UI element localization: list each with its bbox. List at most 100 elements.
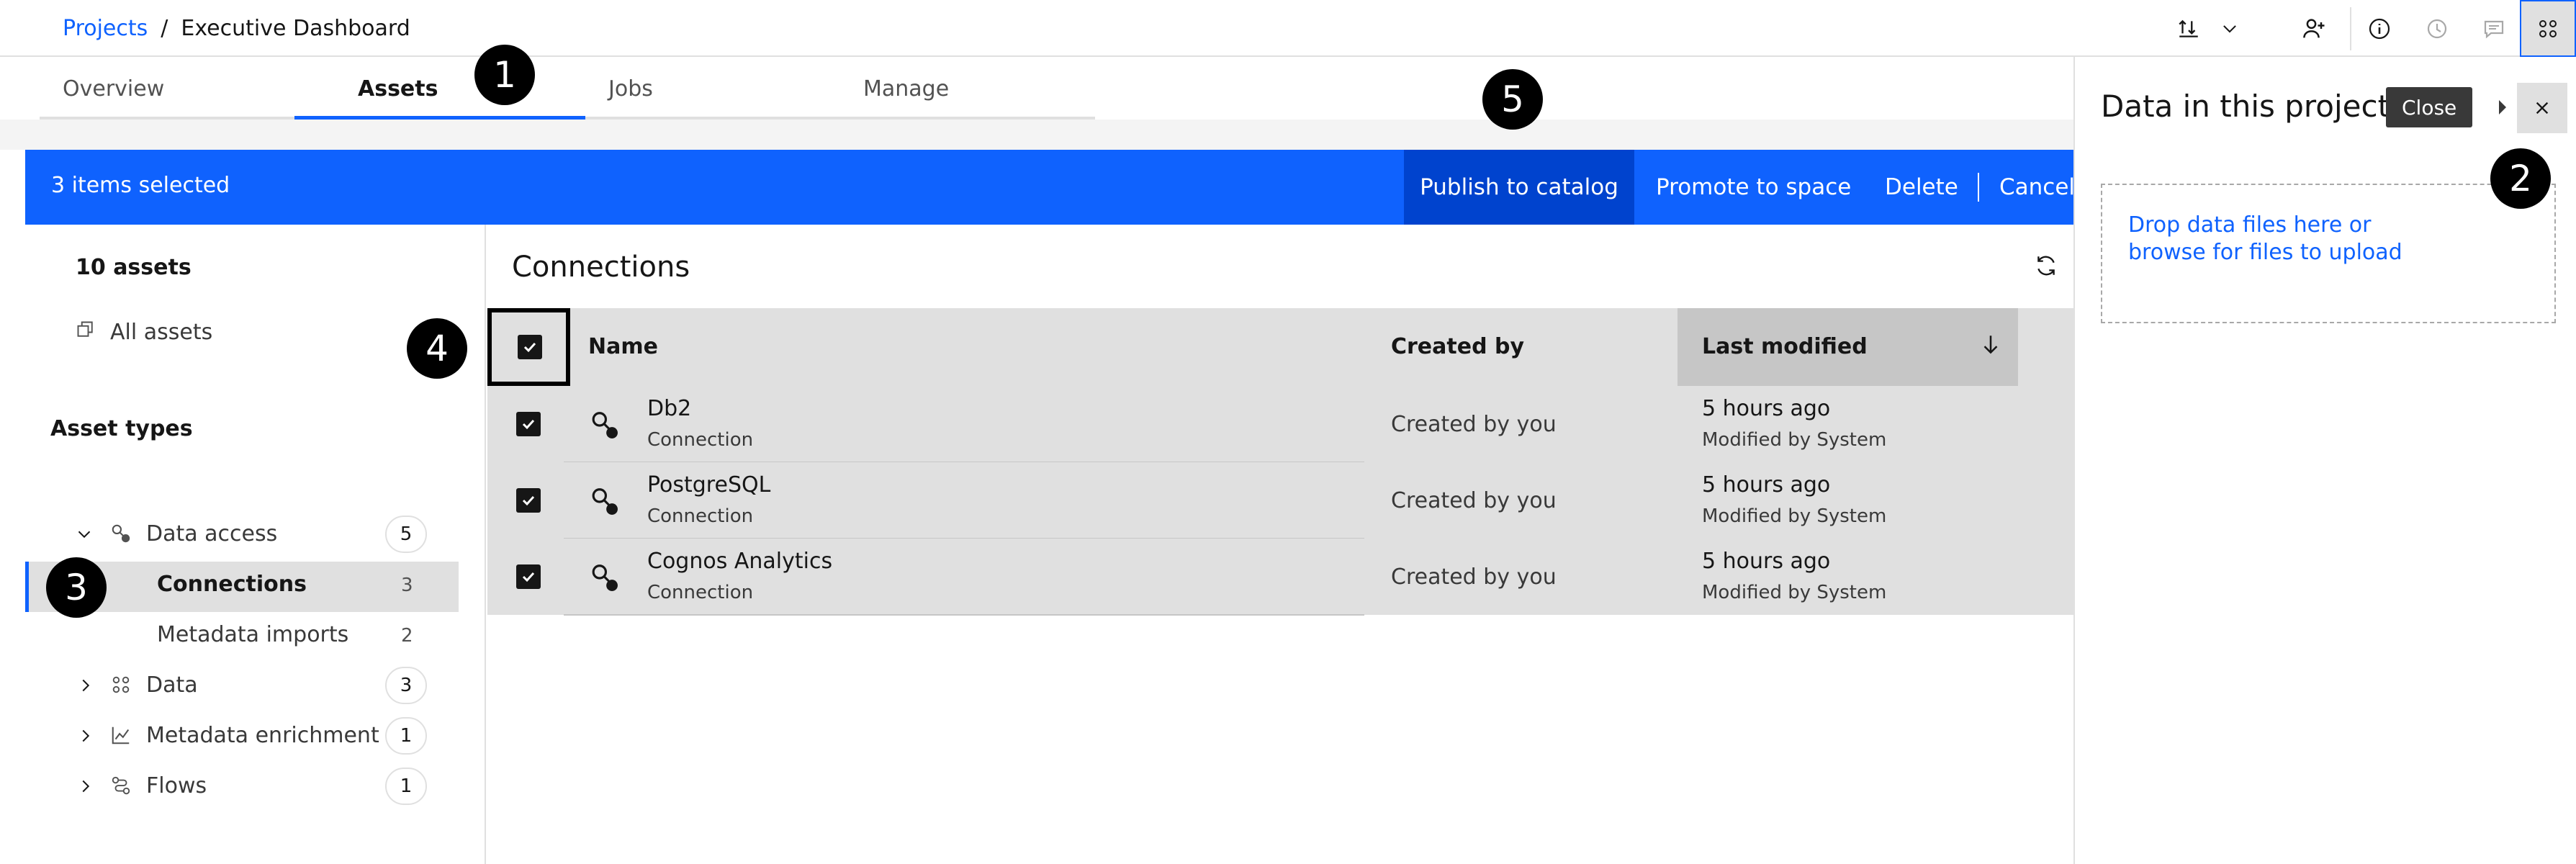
promote-to-space-button[interactable]: Promote to space <box>1656 150 1851 225</box>
count-badge: 1 <box>385 768 427 805</box>
assets-count: 10 assets <box>76 255 192 280</box>
copy-icon <box>76 320 96 340</box>
publish-to-catalog-button[interactable]: Publish to catalog <box>1404 150 1634 225</box>
modified-by: Modified by System <box>1702 582 1887 603</box>
batch-action-bar: 3 items selected Publish to catalog Prom… <box>25 150 2075 225</box>
column-header-last-modified[interactable]: Last modified <box>1677 308 2018 386</box>
data-assets-icon[interactable] <box>2520 0 2576 57</box>
modified-time: 5 hours ago <box>1702 549 1831 574</box>
chevron-right-icon[interactable] <box>77 677 94 694</box>
modified-time: 5 hours ago <box>1702 396 1831 421</box>
tab-label: Assets <box>358 76 438 102</box>
select-all-checkbox[interactable] <box>518 335 542 359</box>
group-metadata-enrichment[interactable]: Metadata enrichment <box>146 723 379 748</box>
drop-text: Drop data files here or <box>2128 212 2372 238</box>
chart-line-icon <box>110 724 132 746</box>
select-all-cell[interactable] <box>487 308 570 386</box>
callout-badge: 3 <box>46 557 107 618</box>
tab-label: Overview <box>63 76 165 102</box>
row-checkbox[interactable] <box>516 564 541 589</box>
asset-name-link[interactable]: PostgreSQL <box>647 472 770 498</box>
callout-badge: 4 <box>407 318 467 379</box>
asset-name-link[interactable]: Cognos Analytics <box>647 549 832 574</box>
callout-badge: 5 <box>1482 69 1543 130</box>
tab-label: Manage <box>863 76 950 102</box>
asset-type: Connection <box>647 429 754 451</box>
connection-icon <box>588 562 621 595</box>
column-header-last-modified-label: Last modified <box>1702 334 1868 359</box>
close-tooltip: Close <box>2386 87 2473 127</box>
breadcrumb-separator: / <box>161 15 168 41</box>
row-divider <box>564 614 1364 616</box>
connection-icon <box>588 485 621 518</box>
group-data-access[interactable]: Data access <box>146 521 277 546</box>
breadcrumb: Projects / Executive Dashboard <box>63 13 410 43</box>
table-row[interactable]: PostgreSQL Connection Created by you 5 h… <box>487 462 2073 539</box>
flow-icon <box>110 775 132 796</box>
tab-overview[interactable]: Overview <box>40 58 294 120</box>
modified-by: Modified by System <box>1702 429 1887 451</box>
chat-icon[interactable] <box>2465 0 2523 57</box>
modified-by: Modified by System <box>1702 505 1887 527</box>
delete-button[interactable]: Delete <box>1885 150 1958 225</box>
row-checkbox[interactable] <box>516 412 541 436</box>
group-flows[interactable]: Flows <box>146 773 207 798</box>
close-button[interactable] <box>2517 83 2567 133</box>
chevron-down-icon[interactable] <box>76 526 93 543</box>
top-header: Projects / Executive Dashboard <box>0 0 2576 57</box>
refresh-icon[interactable] <box>2034 253 2058 278</box>
tooltip-caret <box>2499 100 2506 114</box>
tab-label: Jobs <box>608 76 653 102</box>
tab-jobs[interactable]: Jobs <box>585 58 840 120</box>
created-by: Created by you <box>1391 488 1557 513</box>
nav-item-connections-label[interactable]: Connections <box>157 572 307 597</box>
content-background <box>0 120 2073 150</box>
table-row[interactable]: Db2 Connection Created by you 5 hours ag… <box>487 386 2073 462</box>
nav-item-metadata-imports[interactable]: Metadata imports <box>157 622 348 647</box>
count-badge: 2 <box>401 625 413 647</box>
count-badge: 3 <box>385 667 427 704</box>
asset-type: Connection <box>647 505 754 527</box>
history-icon[interactable] <box>2408 0 2466 57</box>
column-header-created-by[interactable]: Created by <box>1391 334 1524 359</box>
chevron-right-icon[interactable] <box>77 778 94 795</box>
row-checkbox[interactable] <box>516 488 541 513</box>
table-row[interactable]: Cognos Analytics Connection Created by y… <box>487 539 2073 615</box>
count-badge: 3 <box>401 575 413 596</box>
section-title: Connections <box>512 251 690 284</box>
created-by: Created by you <box>1391 564 1557 590</box>
data-icon <box>110 674 132 696</box>
close-icon <box>2534 100 2550 116</box>
cancel-button[interactable]: Cancel <box>1999 150 2075 225</box>
breadcrumb-projects-link[interactable]: Projects <box>63 16 148 41</box>
tab-manage[interactable]: Manage <box>840 58 1095 120</box>
table-header: Name Created by Last modified <box>487 308 2073 386</box>
count-badge: 1 <box>385 717 427 755</box>
callout-badge: 2 <box>2490 148 2551 209</box>
asset-type: Connection <box>647 582 754 603</box>
column-header-name[interactable]: Name <box>588 334 658 359</box>
panel-title: Data in this project <box>2101 89 2390 124</box>
file-drop-zone[interactable]: Drop data files here or browse for files… <box>2101 184 2556 323</box>
asset-types-heading: Asset types <box>50 416 193 441</box>
asset-filter-panel: 10 assets All assets Asset types Data ac… <box>25 225 486 864</box>
group-data[interactable]: Data <box>146 672 198 698</box>
action-divider <box>1978 173 1979 202</box>
chevron-right-icon[interactable] <box>77 727 94 744</box>
count-badge: 5 <box>385 516 427 553</box>
connection-icon <box>110 523 132 544</box>
add-collaborator-icon[interactable] <box>2286 0 2343 57</box>
selected-count: 3 items selected <box>51 173 230 198</box>
connection-icon <box>588 409 621 442</box>
browse-files-link[interactable]: browse for files to upload <box>2128 240 2402 265</box>
modified-time: 5 hours ago <box>1702 472 1831 498</box>
callout-badge: 1 <box>474 45 535 105</box>
arrow-down-icon[interactable] <box>1978 333 2003 357</box>
information-icon[interactable] <box>2351 0 2408 57</box>
all-assets-link[interactable]: All assets <box>110 320 212 345</box>
breadcrumb-current: Executive Dashboard <box>181 15 410 41</box>
tab-assets[interactable]: Assets <box>294 58 585 120</box>
chevron-down-icon[interactable] <box>2201 0 2258 57</box>
asset-name-link[interactable]: Db2 <box>647 396 691 421</box>
created-by: Created by you <box>1391 412 1557 437</box>
